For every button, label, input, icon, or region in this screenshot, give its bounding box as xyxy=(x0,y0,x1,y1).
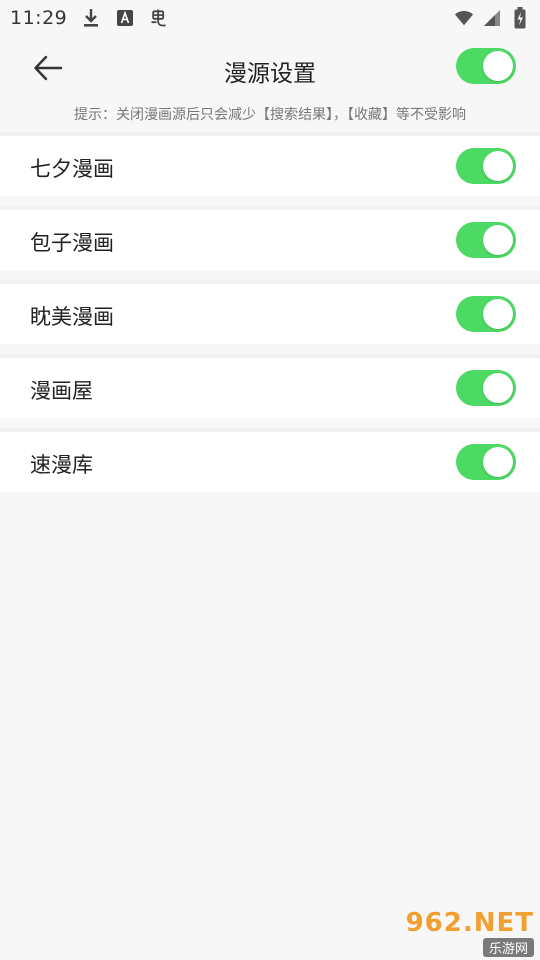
bug-icon xyxy=(149,8,169,28)
status-time: 11:29 xyxy=(10,7,68,29)
source-toggle[interactable] xyxy=(456,444,516,480)
source-toggle[interactable] xyxy=(456,296,516,332)
watermark-logo: 962.NET 乐游网 xyxy=(398,907,534,957)
hint-text: 提示：关闭漫画源后只会减少【搜索结果】，【收藏】等不受影响 xyxy=(74,107,466,123)
status-bar: 11:29 xyxy=(0,0,540,36)
toggle-knob xyxy=(483,51,513,81)
header: 漫源设置 xyxy=(0,36,540,100)
master-toggle[interactable] xyxy=(456,48,516,84)
wifi-icon xyxy=(454,8,474,28)
source-label: 七夕漫画 xyxy=(30,157,114,181)
toggle-knob xyxy=(483,373,513,403)
source-toggle[interactable] xyxy=(456,370,516,406)
list-item: 七夕漫画 xyxy=(0,132,540,196)
source-label: 速漫库 xyxy=(30,453,93,477)
toggle-knob xyxy=(483,447,513,477)
watermark-top: 962.NET xyxy=(405,907,534,938)
signal-icon xyxy=(482,8,502,28)
source-label: 眈美漫画 xyxy=(30,305,114,329)
list-item: 速漫库 xyxy=(0,428,540,492)
source-list: 七夕漫画 包子漫画 眈美漫画 漫画屋 速漫库 xyxy=(0,132,540,502)
download-icon xyxy=(81,8,101,28)
source-toggle[interactable] xyxy=(456,222,516,258)
source-label: 包子漫画 xyxy=(30,231,114,255)
source-label: 漫画屋 xyxy=(30,379,93,403)
list-item: 包子漫画 xyxy=(0,206,540,270)
toggle-knob xyxy=(483,299,513,329)
battery-icon xyxy=(510,7,530,29)
toggle-knob xyxy=(483,225,513,255)
source-toggle[interactable] xyxy=(456,148,516,184)
toggle-knob xyxy=(483,151,513,181)
list-item: 眈美漫画 xyxy=(0,280,540,344)
text-a-icon xyxy=(115,8,135,28)
list-item: 漫画屋 xyxy=(0,354,540,418)
watermark-bottom: 乐游网 xyxy=(482,937,534,957)
